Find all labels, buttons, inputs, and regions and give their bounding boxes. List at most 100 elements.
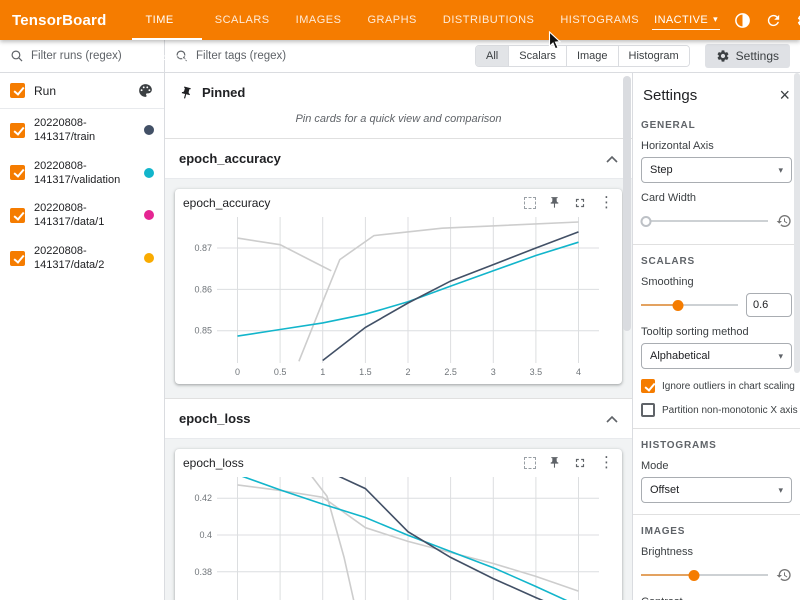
topbar-actions: INACTIVE ▾ ? [652, 11, 800, 30]
fullscreen-icon[interactable] [573, 456, 587, 470]
chip-histogram[interactable]: Histogram [618, 46, 689, 66]
horizontal-axis-select[interactable]: Step ▾ [641, 157, 792, 183]
smoothing-label: Smoothing [641, 276, 792, 288]
tab-distributions[interactable]: DISTRIBUTIONS [430, 0, 547, 40]
card-toolbar: ⋮ [524, 455, 614, 470]
close-icon[interactable]: × [779, 86, 790, 104]
refresh-icon [765, 12, 782, 29]
svg-text:0.86: 0.86 [194, 284, 212, 294]
chip-all[interactable]: All [476, 46, 508, 66]
reload-status-select[interactable]: INACTIVE ▾ [652, 11, 720, 30]
histogram-mode-select[interactable]: Offset ▾ [641, 477, 792, 503]
horizontal-axis-value: Step [650, 164, 673, 176]
tab-time-series[interactable]: TIME SERIES [132, 0, 201, 40]
run-checkbox[interactable] [10, 251, 25, 266]
slider-thumb[interactable] [689, 570, 700, 581]
pin-icon [177, 84, 194, 101]
tag-filter-input[interactable] [196, 50, 468, 62]
select-all-runs-checkbox[interactable] [10, 83, 25, 98]
pinned-empty-hint: Pin cards for a quick view and compariso… [165, 104, 632, 139]
partition-x-axis-checkbox[interactable] [641, 403, 655, 417]
run-checkbox[interactable] [10, 123, 25, 138]
theme-toggle-button[interactable] [734, 12, 751, 29]
histogram-mode-label: Mode [641, 460, 792, 472]
brightness-label: Brightness [641, 546, 792, 558]
epoch-accuracy-chart[interactable]: 00.511.522.533.540.850.860.87 [183, 212, 611, 380]
contrast-icon [734, 12, 751, 29]
epoch-loss-chart[interactable]: 00.511.522.533.540.360.380.40.42 [183, 472, 611, 600]
settings-toggle-button[interactable]: Settings [705, 44, 790, 68]
content-column: All Scalars Image Histogram Settings Pin… [165, 40, 800, 600]
section-header-epoch-loss[interactable]: epoch_loss [165, 399, 632, 438]
more-options-icon[interactable]: ⋮ [599, 195, 614, 210]
settings-button-topbar[interactable] [796, 12, 800, 29]
settings-panel: Settings × GENERAL Horizontal Axis Step … [632, 73, 800, 600]
svg-text:0.38: 0.38 [194, 567, 212, 577]
work-row: Pinned Pin cards for a quick view and co… [165, 73, 800, 600]
chip-image[interactable]: Image [566, 46, 618, 66]
tab-images[interactable]: IMAGES [283, 0, 355, 40]
collapse-section-icon[interactable] [606, 415, 618, 423]
palette-icon [137, 82, 154, 99]
run-color-dot [144, 210, 154, 220]
chip-scalars[interactable]: Scalars [508, 46, 566, 66]
run-color-palette-button[interactable] [137, 82, 154, 99]
gear-icon [716, 49, 730, 63]
section-header-epoch-accuracy[interactable]: epoch_accuracy [165, 139, 632, 178]
smoothing-slider[interactable] [641, 299, 738, 312]
ignore-outliers-label: Ignore outliers in chart scaling [662, 381, 795, 392]
svg-text:2: 2 [405, 367, 410, 377]
pin-card-icon[interactable] [548, 456, 561, 469]
panel-scrollbar-thumb[interactable] [794, 73, 800, 373]
cards-area: Pinned Pin cards for a quick view and co… [165, 73, 632, 600]
divider [633, 514, 800, 515]
svg-text:0.42: 0.42 [194, 493, 212, 503]
brightness-slider[interactable] [641, 569, 768, 582]
tab-scalars[interactable]: SCALARS [202, 0, 283, 40]
search-icon [10, 49, 24, 63]
general-heading: GENERAL [641, 120, 792, 131]
run-header-label: Run [34, 84, 56, 98]
reset-to-default-icon[interactable] [776, 567, 792, 583]
settings-button-label: Settings [736, 49, 779, 63]
main-scrollbar-thumb[interactable] [623, 76, 631, 331]
app-logo[interactable]: TensorBoard [12, 12, 106, 29]
card-title: epoch_loss [183, 456, 244, 470]
tab-graphs[interactable]: GRAPHS [354, 0, 429, 40]
svg-text:3.5: 3.5 [530, 367, 543, 377]
run-name: 20220808-141317/data/1 [34, 201, 135, 230]
chevron-down-icon: ▾ [713, 15, 718, 24]
tooltip-sorting-select[interactable]: Alphabetical ▾ [641, 343, 792, 369]
slider-thumb[interactable] [641, 216, 652, 227]
reset-to-default-icon[interactable] [776, 213, 792, 229]
refresh-button[interactable] [765, 12, 782, 29]
run-row: 20220808-141317/validation [0, 152, 164, 195]
smoothing-row [641, 293, 792, 317]
run-row: 20220808-141317/train [0, 109, 164, 152]
run-checkbox[interactable] [10, 208, 25, 223]
collapse-section-icon[interactable] [606, 155, 618, 163]
images-heading: IMAGES [641, 526, 792, 537]
section-title: epoch_accuracy [179, 151, 281, 166]
ignore-outliers-checkbox[interactable] [641, 379, 655, 393]
pin-card-icon[interactable] [548, 196, 561, 209]
tab-histograms[interactable]: HISTOGRAMS [547, 0, 652, 40]
slider-fill [641, 574, 694, 576]
run-name: 20220808-141317/data/2 [34, 244, 135, 273]
histogram-mode-value: Offset [650, 484, 679, 496]
run-filter-input[interactable] [31, 50, 154, 62]
fit-domain-icon[interactable] [524, 457, 536, 469]
topbar: TensorBoard TIME SERIES SCALARS IMAGES G… [0, 0, 800, 40]
fit-domain-icon[interactable] [524, 197, 536, 209]
run-color-dot [144, 125, 154, 135]
smoothing-value-input[interactable] [746, 293, 792, 317]
card-width-slider[interactable] [641, 215, 768, 228]
more-options-icon[interactable]: ⋮ [599, 455, 614, 470]
tag-filter-bar: All Scalars Image Histogram Settings [165, 40, 800, 73]
slider-thumb[interactable] [672, 300, 683, 311]
chevron-down-icon: ▾ [778, 166, 783, 175]
run-checkbox[interactable] [10, 165, 25, 180]
section-title: epoch_loss [179, 411, 251, 426]
svg-text:0.4: 0.4 [199, 530, 212, 540]
fullscreen-icon[interactable] [573, 196, 587, 210]
